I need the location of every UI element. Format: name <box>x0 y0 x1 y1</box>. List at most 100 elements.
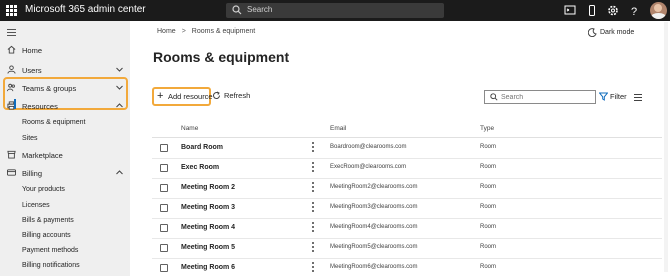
more-options-icon[interactable] <box>311 202 315 214</box>
chevron-down-icon[interactable] <box>116 67 123 72</box>
chevron-up-icon[interactable] <box>116 170 123 175</box>
row-checkbox[interactable] <box>160 144 168 152</box>
row-email: MeetingRoom5@clearooms.com <box>330 244 418 250</box>
sidebar-item-billing-accounts[interactable]: Billing accounts <box>0 228 130 244</box>
top-header: Microsoft 365 admin center Search ? <box>0 0 670 21</box>
table-row[interactable]: Exec Room ExecRoom@clearooms.com Room <box>152 159 662 179</box>
mobile-icon[interactable] <box>585 4 599 17</box>
row-email: MeetingRoom2@clearooms.com <box>330 184 418 190</box>
row-checkbox[interactable] <box>160 244 168 252</box>
more-options-icon[interactable] <box>311 142 315 154</box>
column-header-name[interactable]: Name <box>181 125 198 132</box>
sidebar-item-licenses[interactable]: Licenses <box>0 198 130 214</box>
search-icon <box>232 5 242 15</box>
row-checkbox[interactable] <box>160 224 168 232</box>
view-options-icon[interactable] <box>634 94 642 103</box>
settings-icon[interactable] <box>606 4 620 17</box>
help-icon[interactable]: ? <box>627 4 641 17</box>
collapse-nav-icon[interactable] <box>7 29 16 38</box>
more-options-icon[interactable] <box>311 262 315 274</box>
row-type: Room <box>480 184 497 190</box>
chevron-up-icon[interactable] <box>116 103 123 108</box>
table-row[interactable]: Meeting Room 3 MeetingRoom3@clearooms.co… <box>152 199 662 219</box>
row-name[interactable]: Meeting Room 4 <box>181 224 235 231</box>
column-header-type[interactable]: Type <box>480 125 494 132</box>
filter-icon <box>599 92 608 101</box>
sidebar-item-billing[interactable]: Billing <box>0 165 130 181</box>
more-options-icon[interactable] <box>311 162 315 174</box>
more-options-icon[interactable] <box>311 222 315 234</box>
sidebar-item-home[interactable]: Home <box>0 42 130 58</box>
filter-label: Filter <box>610 92 627 101</box>
sidebar-item-label: Billing notifications <box>22 262 80 269</box>
row-checkbox[interactable] <box>160 164 168 172</box>
refresh-label: Refresh <box>224 91 251 100</box>
terminal-icon[interactable] <box>563 4 577 17</box>
sidebar-item-label: Users <box>22 66 42 75</box>
table-row[interactable]: Meeting Room 2 MeetingRoom2@clearooms.co… <box>152 179 662 199</box>
avatar[interactable] <box>650 2 667 19</box>
more-options-icon[interactable] <box>311 242 315 254</box>
sidebar-item-label: Resources <box>22 102 58 111</box>
add-resource-button[interactable]: + Add resource <box>152 87 213 106</box>
column-header-email[interactable]: Email <box>330 125 346 132</box>
row-name[interactable]: Meeting Room 5 <box>181 244 235 251</box>
sidebar-item-label: Payment methods <box>22 247 79 254</box>
sidebar-item-label: Billing <box>22 169 43 178</box>
resource-search-box[interactable] <box>484 90 596 104</box>
row-email: Boardroom@clearooms.com <box>330 144 407 150</box>
row-name[interactable]: Meeting Room 3 <box>181 204 235 211</box>
sidebar-item-resources[interactable]: Resources <box>0 98 130 114</box>
row-email: MeetingRoom3@clearooms.com <box>330 204 418 210</box>
sidebar-item-bills-payments[interactable]: Bills & payments <box>0 213 130 229</box>
sidebar-item-your-products[interactable]: Your products <box>0 182 130 198</box>
refresh-icon <box>213 91 220 99</box>
table-row[interactable]: Meeting Room 5 MeetingRoom5@clearooms.co… <box>152 239 662 259</box>
sidebar-item-label: Bills & payments <box>22 217 74 224</box>
row-type: Room <box>480 244 497 250</box>
page-scrollbar[interactable] <box>664 22 668 272</box>
row-checkbox[interactable] <box>160 264 168 272</box>
row-name[interactable]: Board Room <box>181 144 223 151</box>
more-options-icon[interactable] <box>311 182 315 194</box>
breadcrumb-home[interactable]: Home <box>157 28 176 35</box>
row-checkbox[interactable] <box>160 184 168 192</box>
svg-text:?: ? <box>631 6 637 17</box>
sidebar-item-users[interactable]: Users <box>0 62 130 78</box>
row-name[interactable]: Meeting Room 2 <box>181 184 235 191</box>
search-input[interactable] <box>501 92 591 102</box>
sidebar-item-payment-methods[interactable]: Payment methods <box>0 243 130 259</box>
sidebar-item-marketplace[interactable]: Marketplace <box>0 147 130 163</box>
search-icon <box>490 93 498 101</box>
sidebar-item-label: Rooms & equipment <box>22 119 86 126</box>
row-name[interactable]: Meeting Room 6 <box>181 264 235 271</box>
global-search-placeholder: Search <box>247 5 273 14</box>
sidebar-item-rooms-equipment[interactable]: Rooms & equipment <box>0 115 130 131</box>
global-search-box[interactable]: Search <box>226 3 444 18</box>
sidebar-item-label: Marketplace <box>22 151 63 160</box>
table-row[interactable]: Meeting Room 6 MeetingRoom6@clearooms.co… <box>152 259 662 276</box>
store-icon <box>7 150 16 159</box>
sidebar-item-label: Sites <box>22 135 38 142</box>
dark-mode-toggle[interactable]: Dark mode <box>588 28 634 37</box>
waffle-icon[interactable] <box>6 5 17 16</box>
table-row[interactable]: Board Room Boardroom@clearooms.com Room <box>152 139 662 159</box>
table-row[interactable]: Meeting Room 4 MeetingRoom4@clearooms.co… <box>152 219 662 239</box>
sidebar-item-sites[interactable]: Sites <box>0 131 130 147</box>
row-type: Room <box>480 224 497 230</box>
row-type: Room <box>480 204 497 210</box>
table-header-divider <box>152 137 662 138</box>
sidebar-item-label: Billing accounts <box>22 232 71 239</box>
row-email: MeetingRoom6@clearooms.com <box>330 264 418 270</box>
plus-icon: + <box>157 90 164 102</box>
credit-card-icon <box>7 169 16 176</box>
app-title[interactable]: Microsoft 365 admin center <box>25 4 146 15</box>
moon-icon <box>588 28 597 37</box>
row-checkbox[interactable] <box>160 204 168 212</box>
row-email: MeetingRoom4@clearooms.com <box>330 224 418 230</box>
selected-indicator <box>14 99 16 109</box>
row-name[interactable]: Exec Room <box>181 164 219 171</box>
row-type: Room <box>480 164 497 170</box>
sidebar-item-billing-notifications[interactable]: Billing notifications <box>0 258 130 274</box>
breadcrumb-separator: > <box>181 28 186 35</box>
